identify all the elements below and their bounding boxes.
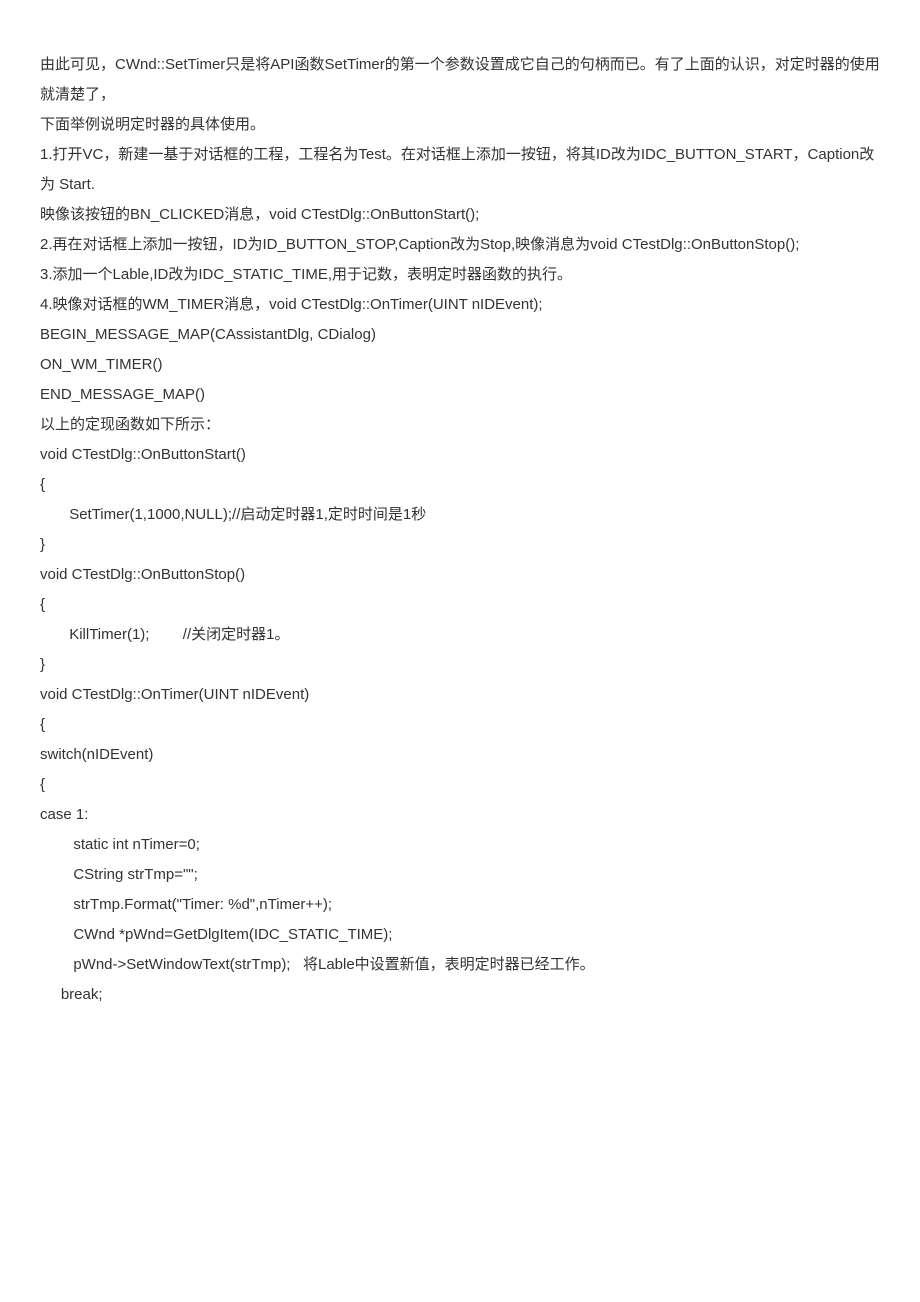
code-line: switch(nIDEvent) — [40, 740, 880, 770]
code-line: SetTimer(1,1000,NULL);//启动定时器1,定时时间是1秒 — [40, 500, 880, 530]
text-line: 1.打开VC，新建一基于对话框的工程，工程名为Test。在对话框上添加一按钮，将… — [40, 140, 880, 200]
text-line: 以上的定现函数如下所示： — [40, 410, 880, 440]
text-line: 2.再在对话框上添加一按钮，ID为ID_BUTTON_STOP,Caption改… — [40, 230, 880, 260]
code-line: { — [40, 470, 880, 500]
code-line: { — [40, 590, 880, 620]
text-line: 3.添加一个Lable,ID改为IDC_STATIC_TIME,用于记数，表明定… — [40, 260, 880, 290]
code-line: BEGIN_MESSAGE_MAP(CAssistantDlg, CDialog… — [40, 320, 880, 350]
code-line: void CTestDlg::OnTimer(UINT nIDEvent) — [40, 680, 880, 710]
code-line: END_MESSAGE_MAP() — [40, 380, 880, 410]
code-line: void CTestDlg::OnButtonStart() — [40, 440, 880, 470]
code-line: break; — [40, 980, 880, 1010]
code-line: } — [40, 530, 880, 560]
text-line: 4.映像对话框的WM_TIMER消息，void CTestDlg::OnTime… — [40, 290, 880, 320]
code-line: ON_WM_TIMER() — [40, 350, 880, 380]
code-line: CWnd *pWnd=GetDlgItem(IDC_STATIC_TIME); — [40, 920, 880, 950]
code-line: KillTimer(1); //关闭定时器1。 — [40, 620, 880, 650]
code-line: CString strTmp=""; — [40, 860, 880, 890]
document-content: 由此可见，CWnd::SetTimer只是将API函数SetTimer的第一个参… — [40, 50, 880, 1010]
code-line: { — [40, 710, 880, 740]
code-line: void CTestDlg::OnButtonStop() — [40, 560, 880, 590]
text-line: 下面举例说明定时器的具体使用。 — [40, 110, 880, 140]
code-line: } — [40, 650, 880, 680]
code-line: case 1: — [40, 800, 880, 830]
code-line: { — [40, 770, 880, 800]
code-line: strTmp.Format("Timer: %d",nTimer++); — [40, 890, 880, 920]
code-line: static int nTimer=0; — [40, 830, 880, 860]
text-line: 由此可见，CWnd::SetTimer只是将API函数SetTimer的第一个参… — [40, 50, 880, 110]
code-line: pWnd->SetWindowText(strTmp); 将Lable中设置新值… — [40, 950, 880, 980]
text-line: 映像该按钮的BN_CLICKED消息，void CTestDlg::OnButt… — [40, 200, 880, 230]
